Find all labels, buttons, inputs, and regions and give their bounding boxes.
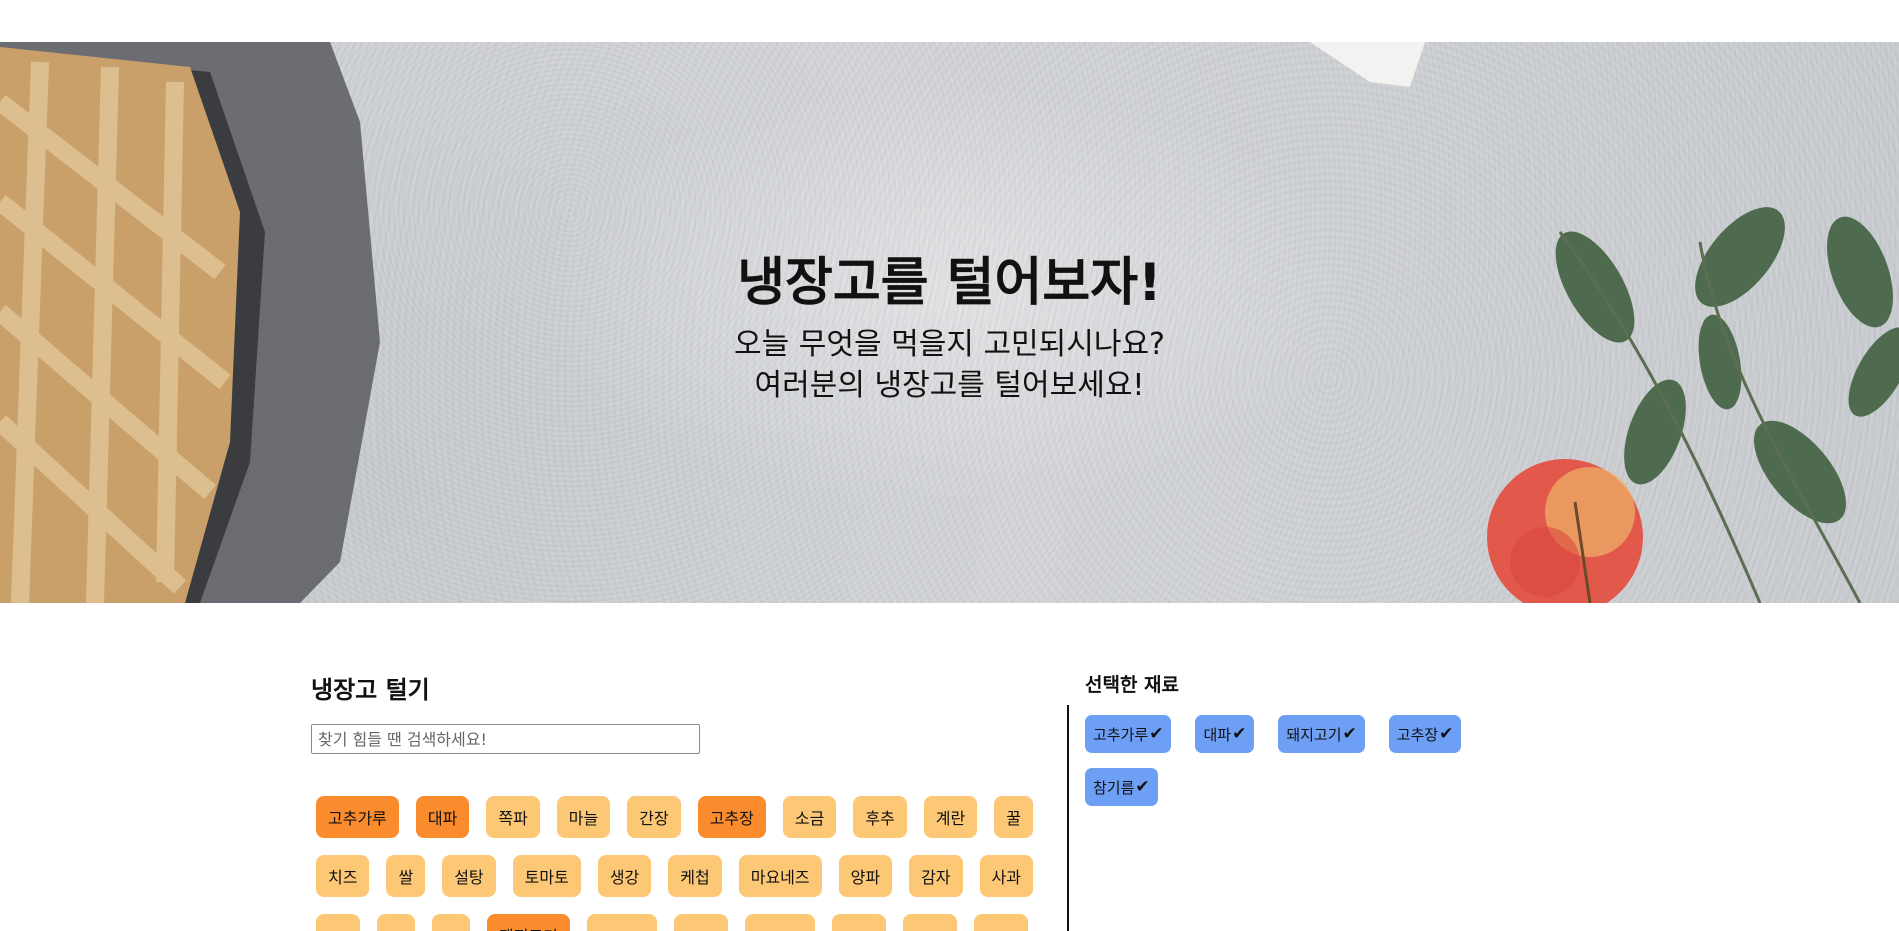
ingredient-chip[interactable]: 돼지고기	[487, 914, 570, 931]
hero-subtitle-line: 여러분의 냉장고를 털어보세요!	[754, 368, 1145, 403]
selected-chip-label: 고추장	[1396, 725, 1439, 744]
ingredient-chip[interactable]: 케첩	[668, 855, 722, 897]
selected-chip-label: 고추가루	[1093, 725, 1149, 744]
ingredient-chip[interactable]	[831, 914, 886, 931]
selected-chip[interactable]: 참기름 ✔	[1085, 768, 1158, 806]
ingredient-chip-list: 고추가루 대파 쪽파 마늘 간장 고추장 소금 후추 계란 꿀치즈 쌀 설탕 토마토 생강 케첩 마요네즈 양파…	[316, 796, 1056, 931]
selected-chip[interactable]: 대파 ✔	[1195, 715, 1255, 753]
ingredient-chip[interactable]	[973, 914, 1028, 931]
selected-chip-label: 참기름	[1093, 778, 1135, 797]
ingredient-chip[interactable]: 간장	[627, 796, 681, 838]
selected-chip-row: 참기름 ✔	[1085, 768, 1505, 806]
selected-chip[interactable]: 돼지고기 ✔	[1278, 715, 1365, 753]
ingredient-chip[interactable]: 꿀	[994, 796, 1033, 838]
selected-title: 선택한 재료	[1085, 674, 1180, 696]
ingredient-chip[interactable]	[377, 914, 415, 931]
selected-chip[interactable]: 고추장 ✔	[1388, 715, 1462, 753]
ingredient-chip[interactable]: 고추가루	[316, 796, 399, 838]
ingredient-chip[interactable]	[316, 914, 360, 931]
selected-chip-row: 고추가루 ✔ 대파 ✔ 돼지고기 ✔ 고추장 ✔	[1085, 715, 1505, 753]
selected-chip-list: 고추가루 ✔ 대파 ✔ 돼지고기 ✔ 고추장 ✔ 참기름 ✔	[1085, 715, 1505, 821]
white-cloth	[1310, 42, 1425, 87]
hero-subtitle: 오늘 무엇을 먹을지 고민되시나요? 여러분의 냉장고를 털어보세요!	[0, 324, 1899, 406]
ingredient-chip[interactable]: 설탕	[442, 855, 496, 897]
ingredient-chip[interactable]: 계란	[923, 796, 978, 838]
ingredient-chip[interactable]: 쌀	[386, 855, 426, 897]
hero-subtitle-line: 오늘 무엇을 먹을지 고민되시나요?	[734, 327, 1165, 362]
ingredient-chip[interactable]: 소금	[782, 796, 837, 838]
ingredient-chip[interactable]	[432, 914, 470, 931]
ingredient-chip[interactable]: 쪽파	[486, 796, 540, 838]
check-icon: ✔	[1232, 724, 1247, 744]
ingredient-chip[interactable]	[902, 914, 957, 931]
hero-decoration	[0, 42, 1899, 603]
ingredient-chip[interactable]: 마요네즈	[738, 855, 822, 897]
check-icon: ✔	[1439, 724, 1454, 744]
ingredient-chip[interactable]	[673, 914, 728, 931]
ingredient-chip-row: 치즈 쌀 설탕 토마토 생강 케첩 마요네즈 양파 감자 사과	[316, 855, 1056, 897]
check-icon: ✔	[1149, 724, 1164, 744]
ingredient-chip[interactable]: 대파	[415, 796, 470, 838]
check-icon: ✔	[1342, 724, 1357, 744]
ingredient-chip[interactable]: 생강	[597, 855, 652, 897]
ingredient-chip[interactable]: 치즈	[316, 855, 370, 897]
hero-banner: 냉장고를 털어보자! 오늘 무엇을 먹을지 고민되시나요? 여러분의 냉장고를 …	[0, 42, 1899, 603]
ingredient-chip[interactable]: 감자	[909, 855, 963, 897]
top-bar	[0, 0, 1899, 42]
ingredient-chip-row: 고추가루 대파 쪽파 마늘 간장 고추장 소금 후추 계란 꿀	[316, 796, 1056, 838]
ingredient-chip-row: 돼지고기	[316, 914, 1056, 931]
ingredient-chip[interactable]: 고추장	[697, 796, 766, 838]
search-input[interactable]	[311, 724, 700, 754]
ingredient-chip[interactable]	[744, 914, 815, 931]
check-icon: ✔	[1135, 777, 1150, 797]
ingredients-title: 냉장고 털기	[311, 676, 430, 704]
divider	[1067, 705, 1069, 931]
ingredient-chip[interactable]: 토마토	[512, 855, 581, 897]
ingredient-chip[interactable]: 마늘	[556, 796, 611, 838]
ingredient-chip[interactable]: 후추	[853, 796, 907, 838]
hero-title: 냉장고를 털어보자!	[737, 253, 1162, 313]
ingredient-chip[interactable]	[586, 914, 657, 931]
ingredient-chip[interactable]: 사과	[979, 855, 1033, 897]
ingredient-chip[interactable]: 양파	[838, 855, 893, 897]
selected-chip[interactable]: 고추가루 ✔	[1085, 715, 1172, 753]
selected-chip-label: 대파	[1203, 725, 1232, 744]
selected-chip-label: 돼지고기	[1286, 725, 1342, 744]
